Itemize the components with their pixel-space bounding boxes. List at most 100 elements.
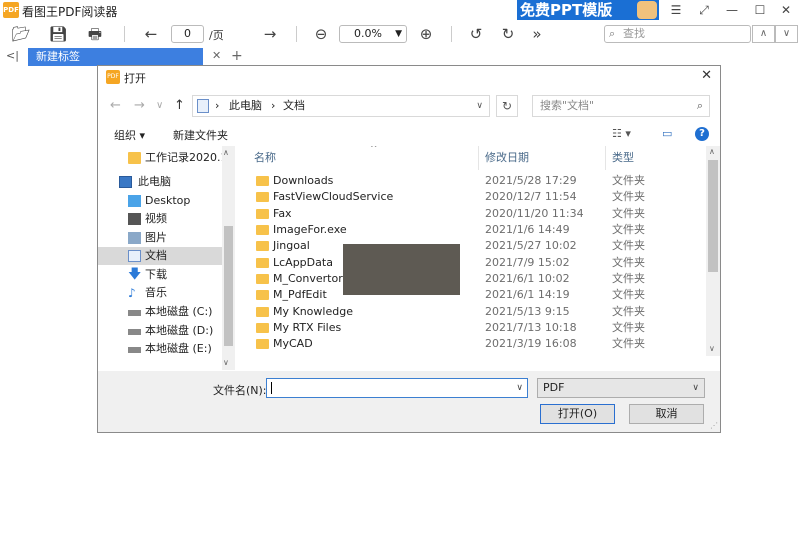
open-folder-icon[interactable]: 📂︎: [10, 24, 32, 44]
minimize-button[interactable]: —: [723, 2, 741, 18]
address-crumb-docs[interactable]: 文档: [283, 96, 305, 116]
organize-button[interactable]: 组织 ▾: [114, 127, 145, 143]
address-dropdown-icon[interactable]: ∨: [476, 96, 483, 116]
zoom-select[interactable]: 0.0% ▼: [339, 25, 407, 43]
prev-page-icon[interactable]: ←: [140, 24, 162, 44]
file-type-select[interactable]: PDF ∨: [537, 378, 705, 398]
thumbnail-image: [343, 244, 460, 295]
drive-icon: [128, 310, 141, 316]
promo-banner[interactable]: 免费PPT模版: [517, 0, 659, 20]
rotate-left-icon[interactable]: ↺: [465, 24, 487, 44]
filename-input[interactable]: ∨: [266, 378, 528, 398]
file-list-scroll-thumb[interactable]: [708, 160, 718, 272]
find-input[interactable]: ⌕ 查找: [604, 25, 751, 43]
nav-item-documents[interactable]: 文档: [98, 247, 222, 265]
dialog-logo-icon: PDF: [106, 70, 120, 84]
chevron-down-icon: ▼: [395, 29, 402, 39]
forward-arrow-icon[interactable]: →: [134, 98, 145, 113]
folder-icon: [256, 290, 269, 300]
add-tab-icon[interactable]: +: [231, 48, 243, 64]
address-crumb-pc[interactable]: 此电脑: [229, 96, 262, 116]
file-row[interactable]: M_Convertor 2021/6/1 10:02 文件夹: [238, 271, 708, 287]
nav-item-videos[interactable]: 视频: [98, 210, 222, 228]
up-arrow-icon[interactable]: ↑: [174, 98, 185, 113]
page-number-input[interactable]: 0: [171, 25, 204, 43]
find-prev-button[interactable]: ∧: [752, 25, 775, 43]
menu-icon[interactable]: ☰: [667, 2, 685, 18]
save-icon[interactable]: 💾︎: [47, 24, 69, 44]
cancel-button[interactable]: 取消: [629, 404, 704, 424]
open-button[interactable]: 打开(O): [540, 404, 615, 424]
file-name: LcAppData: [273, 256, 333, 269]
help-icon[interactable]: ?: [695, 127, 709, 141]
file-row[interactable]: MyCAD 2021/3/19 16:08 文件夹: [238, 336, 708, 352]
nav-item-label: Desktop: [145, 194, 191, 207]
file-row[interactable]: My RTX Files 2021/7/13 10:18 文件夹: [238, 320, 708, 336]
file-row[interactable]: My Knowledge 2021/5/13 9:15 文件夹: [238, 304, 708, 320]
refresh-icon[interactable]: ↻: [496, 95, 518, 117]
rotate-right-icon[interactable]: ↻: [497, 24, 519, 44]
nav-item-pictures[interactable]: 图片: [98, 229, 222, 247]
file-date: 2021/3/19 16:08: [485, 337, 577, 350]
file-row[interactable]: LcAppData 2021/7/9 15:02 文件夹: [238, 255, 708, 271]
nav-item-downloads[interactable]: 🡇 下载: [98, 266, 222, 284]
zoom-out-icon[interactable]: ⊖: [310, 24, 332, 44]
column-header-name[interactable]: 名称 ^: [248, 146, 479, 170]
scroll-down-icon[interactable]: ∨: [223, 358, 229, 367]
sort-ascending-icon: ^: [370, 146, 378, 154]
scroll-down-icon[interactable]: ∨: [709, 344, 715, 353]
file-type: 文件夹: [612, 256, 645, 269]
folder-search-input[interactable]: 搜索"文档" ⌕: [532, 95, 710, 117]
nav-item-desktop[interactable]: Desktop: [98, 192, 222, 210]
column-header-date[interactable]: 修改日期: [479, 146, 606, 170]
tab-close-icon[interactable]: ✕: [212, 49, 221, 62]
nav-item-label: 音乐: [145, 286, 167, 299]
zoom-in-icon[interactable]: ⊕: [415, 24, 437, 44]
new-folder-button[interactable]: 新建文件夹: [173, 127, 228, 143]
file-row[interactable]: M_PdfEdit 2021/6/1 14:19 文件夹: [238, 287, 708, 303]
nav-scrollbar[interactable]: ∧ ∨: [222, 146, 235, 370]
file-row[interactable]: Downloads 2021/5/28 17:29 文件夹: [238, 173, 708, 189]
page-unit-label: /页: [209, 29, 224, 42]
nav-item-drive-e[interactable]: 本地磁盘 (E:): [98, 340, 222, 358]
tab-new[interactable]: 新建标签: [28, 48, 203, 66]
file-name: M_PdfEdit: [273, 288, 327, 301]
nav-item-drive-c[interactable]: 本地磁盘 (C:): [98, 303, 222, 321]
scroll-up-icon[interactable]: ∧: [223, 148, 229, 157]
text-caret: [271, 382, 272, 394]
fullscreen-icon[interactable]: ⤢: [695, 2, 713, 18]
drive-icon: [128, 329, 141, 335]
view-options-icon[interactable]: ☷ ▾: [612, 127, 631, 140]
dialog-close-icon[interactable]: ✕: [701, 68, 712, 83]
app-title: 看图王PDF阅读器: [22, 5, 118, 19]
find-next-button[interactable]: ∨: [775, 25, 798, 43]
tab-scroll-left-icon[interactable]: <|: [6, 49, 19, 62]
column-header-type[interactable]: 类型: [606, 146, 706, 170]
nav-item-this-pc[interactable]: 此电脑: [98, 173, 222, 191]
file-row[interactable]: Jingoal 2021/5/27 10:02 文件夹: [238, 238, 708, 254]
file-row[interactable]: FastViewCloudService 2020/12/7 11:54 文件夹: [238, 189, 708, 205]
print-icon[interactable]: 🖶: [84, 24, 106, 44]
file-name: Downloads: [273, 174, 334, 187]
resize-grip-icon[interactable]: ⋰: [710, 421, 718, 430]
file-date: 2021/5/27 10:02: [485, 239, 577, 252]
maximize-button[interactable]: ☐: [751, 2, 769, 18]
preview-pane-icon[interactable]: ▭: [662, 127, 672, 140]
close-button[interactable]: ✕: [777, 2, 795, 18]
nav-item-music[interactable]: ♪ 音乐: [98, 284, 222, 302]
chevron-down-icon[interactable]: ∨: [516, 379, 523, 397]
file-list-scrollbar[interactable]: ∧ ∨: [706, 146, 720, 356]
file-row[interactable]: ImageFor.exe 2021/1/6 14:49 文件夹: [238, 222, 708, 238]
recent-chevron-icon[interactable]: ∨: [156, 100, 163, 111]
nav-item-work-log[interactable]: 工作记录2020.1: [98, 149, 222, 167]
file-type: 文件夹: [612, 321, 645, 334]
file-row[interactable]: Fax 2020/11/20 11:34 文件夹: [238, 206, 708, 222]
scroll-up-icon[interactable]: ∧: [709, 147, 715, 156]
search-icon: ⌕: [609, 27, 616, 40]
nav-scroll-thumb[interactable]: [224, 226, 233, 346]
address-bar[interactable]: › 此电脑 › 文档 ∨: [192, 95, 490, 117]
next-page-icon[interactable]: →: [259, 24, 281, 44]
nav-item-drive-d[interactable]: 本地磁盘 (D:): [98, 322, 222, 340]
back-arrow-icon[interactable]: ←: [110, 98, 121, 113]
more-icon[interactable]: »: [526, 24, 548, 44]
